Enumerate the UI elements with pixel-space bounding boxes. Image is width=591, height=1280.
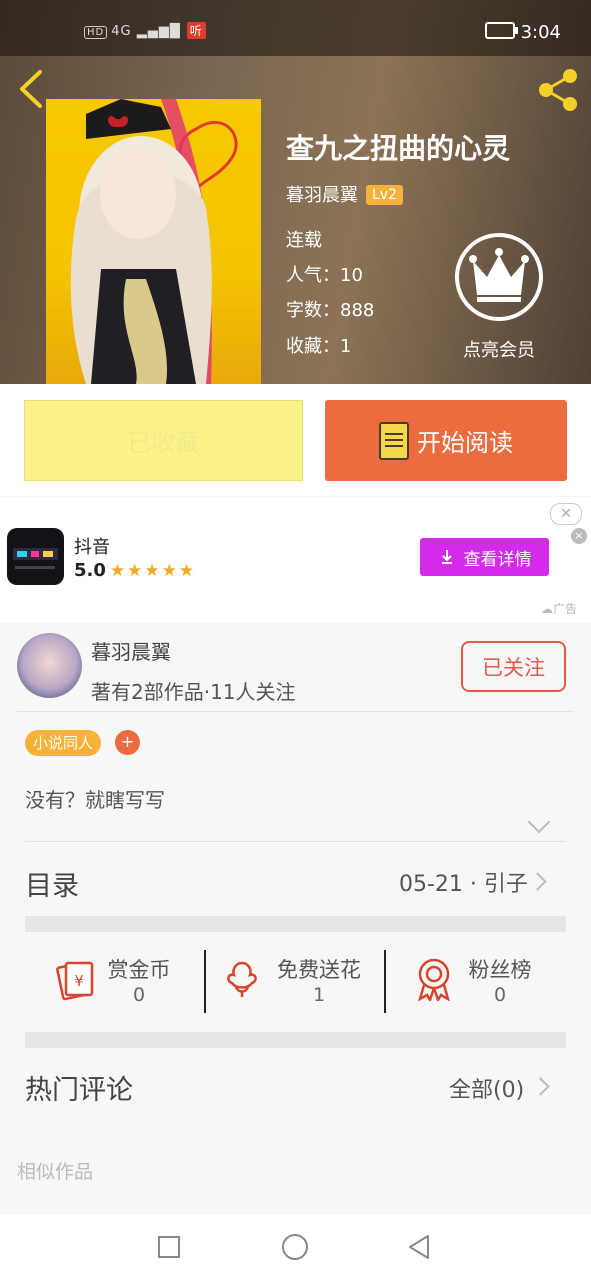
- toc-latest-chapter[interactable]: 05-21 · 引子: [399, 866, 528, 898]
- divider: [204, 950, 206, 1013]
- divider: [25, 841, 566, 842]
- genre-tag[interactable]: 小说同人: [25, 730, 102, 756]
- section-separator: [25, 1032, 566, 1048]
- all-comments-link[interactable]: 全部(0): [449, 1072, 524, 1104]
- book-popularity: 人气：10: [286, 265, 363, 286]
- douyin-app-icon: [7, 528, 64, 585]
- status-bar: HD 4G ▂▄▆█ 听 3:04: [0, 0, 591, 56]
- flower-icon[interactable]: [222, 957, 262, 1003]
- book-intro: 没有？就瞎写写: [25, 788, 165, 812]
- stat-fans-title: 粉丝榜: [468, 958, 532, 982]
- stat-reward-value: 0: [132, 984, 146, 1006]
- book-word-count: 字数：888: [286, 300, 375, 321]
- book-author-row: 暮羽晨翼 Lv2: [286, 181, 403, 207]
- book-favorites: 收藏：1: [286, 336, 352, 357]
- author-stats: 著有2部作品·11人关注: [91, 680, 296, 704]
- reward-coin-svg: ¥: [56, 961, 94, 1001]
- share-button[interactable]: [534, 66, 582, 114]
- author-avatar[interactable]: [17, 633, 82, 698]
- hd-icon: HD: [84, 26, 108, 39]
- section-separator: [25, 916, 566, 932]
- add-tag-button[interactable]: +: [115, 730, 140, 755]
- battery-icon: [484, 22, 518, 39]
- svg-text:¥: ¥: [74, 972, 84, 990]
- ad-details-button[interactable]: 查看详情: [420, 538, 549, 576]
- ad-close-button[interactable]: ✕: [550, 503, 582, 525]
- medal-icon[interactable]: [414, 957, 454, 1005]
- share-icon: [539, 69, 577, 111]
- author-name[interactable]: 暮羽晨翼: [91, 636, 171, 665]
- follow-label: 已关注: [482, 655, 545, 680]
- ad-tag: ☁广告: [541, 600, 577, 617]
- start-reading-button[interactable]: 开始阅读: [325, 400, 567, 481]
- clock: 3:04: [520, 22, 561, 43]
- stat-flowers[interactable]: 免费送花 1: [269, 954, 369, 1006]
- book-author[interactable]: 暮羽晨翼: [286, 185, 358, 206]
- stat-reward[interactable]: 赏金币 0: [100, 954, 178, 1006]
- book-icon: [379, 421, 409, 460]
- ad-app-name: 抖音: [74, 537, 110, 558]
- book-cover-image[interactable]: [46, 99, 261, 384]
- system-nav-bar: [0, 1214, 591, 1280]
- follow-button[interactable]: 已关注: [461, 641, 566, 692]
- network-indicators: HD 4G ▂▄▆█ 听: [84, 22, 206, 39]
- level-badge: Lv2: [366, 185, 403, 205]
- medal-svg: [417, 958, 451, 1003]
- red-envelope-icon[interactable]: ¥: [52, 955, 96, 1005]
- stat-flowers-value: 1: [312, 984, 326, 1006]
- home-icon[interactable]: [281, 1233, 309, 1261]
- start-reading-label: 开始阅读: [417, 429, 513, 457]
- ad-dismiss-icon[interactable]: ×: [571, 528, 587, 544]
- similar-works-label: 相似作品: [17, 1161, 94, 1183]
- app-icon-art: [13, 548, 58, 569]
- vip-label: 点亮会员: [463, 340, 535, 361]
- hot-comments-label: 热门评论: [25, 1075, 133, 1106]
- vip-button[interactable]: [455, 233, 543, 321]
- divider: [17, 711, 574, 712]
- ad-details-label: 查看详情: [463, 549, 532, 570]
- ad-rating: 5.0 ★★★★★: [74, 560, 196, 581]
- toc-label[interactable]: 目录: [25, 864, 79, 903]
- ting-app-icon: 听: [186, 22, 206, 39]
- stat-flowers-title: 免费送花: [277, 958, 361, 982]
- ad-rating-value: 5.0: [74, 560, 106, 581]
- recent-apps-icon[interactable]: [157, 1235, 181, 1259]
- ad-tag-label: 广告: [553, 602, 578, 616]
- crown-icon: [469, 248, 529, 302]
- back-triangle-icon[interactable]: [406, 1233, 432, 1261]
- cloud-icon: ☁: [541, 602, 553, 616]
- favorited-button[interactable]: 已收藏: [24, 400, 303, 481]
- flower-svg: [227, 961, 257, 997]
- stat-fans[interactable]: 粉丝榜 0: [460, 954, 540, 1006]
- status-right: 3:04: [484, 22, 561, 43]
- toc-latest-text: 05-21 · 引子: [399, 872, 528, 897]
- signal-icon: 4G ▂▄▆█: [111, 24, 181, 39]
- star-rating-icon: ★★★★★: [109, 561, 197, 581]
- book-state: 连载: [286, 230, 322, 251]
- download-icon: [441, 550, 452, 564]
- cover-illustration: [70, 99, 238, 384]
- stat-reward-title: 赏金币: [107, 958, 171, 982]
- divider: [384, 950, 386, 1013]
- stat-fans-value: 0: [493, 984, 507, 1006]
- favorited-label: 已收藏: [127, 429, 200, 457]
- all-comments-text: 全部(0): [449, 1078, 525, 1103]
- book-title: 查九之扭曲的心灵: [286, 132, 511, 165]
